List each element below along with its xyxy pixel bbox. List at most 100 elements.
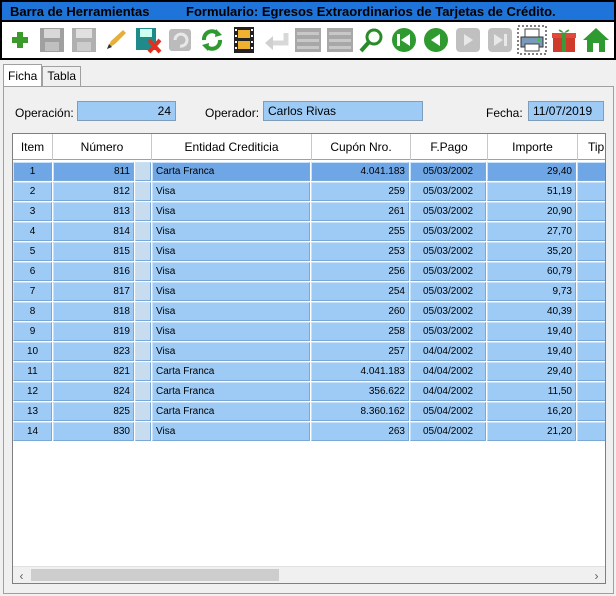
cell-entidad[interactable]: Visa <box>152 262 310 281</box>
cell-fpago[interactable]: 04/04/2002 <box>410 362 486 381</box>
table-row[interactable]: 7 817 Visa 254 05/03/2002 9,73 <box>13 281 605 301</box>
cell-numero[interactable]: 823 <box>53 342 134 361</box>
cell-entidad[interactable]: Visa <box>152 202 310 221</box>
cell-tipo[interactable] <box>577 362 605 381</box>
cell-fpago[interactable]: 04/04/2002 <box>410 382 486 401</box>
cell-cupon[interactable]: 254 <box>311 282 409 301</box>
cell-entidad[interactable]: Carta Franca <box>152 162 310 181</box>
cell-numero[interactable]: 816 <box>53 262 134 281</box>
cell-importe[interactable]: 20,90 <box>487 202 576 221</box>
fecha-field[interactable]: 11/07/2019 <box>528 101 604 121</box>
cell-entidad[interactable]: Carta Franca <box>152 382 310 401</box>
cell-lookup-button[interactable] <box>135 362 151 381</box>
cell-fpago[interactable]: 05/03/2002 <box>410 322 486 341</box>
scroll-left-icon[interactable]: ‹ <box>13 567 30 583</box>
add-icon[interactable] <box>4 24 36 56</box>
cell-entidad[interactable]: Visa <box>152 182 310 201</box>
cell-lookup-button[interactable] <box>135 402 151 421</box>
cell-item[interactable]: 10 <box>13 342 52 361</box>
cell-tipo[interactable] <box>577 202 605 221</box>
cell-lookup-button[interactable] <box>135 162 151 181</box>
cell-entidad[interactable]: Visa <box>152 282 310 301</box>
cell-importe[interactable]: 40,39 <box>487 302 576 321</box>
cell-tipo[interactable] <box>577 222 605 241</box>
cell-cupon[interactable]: 8.360.162 <box>311 402 409 421</box>
table-row[interactable]: 11 821 Carta Franca 4.041.183 04/04/2002 29,4… <box>13 361 605 381</box>
save-disabled-icon[interactable] <box>68 24 100 56</box>
cell-numero[interactable]: 815 <box>53 242 134 261</box>
cell-lookup-button[interactable] <box>135 182 151 201</box>
cell-item[interactable]: 7 <box>13 282 52 301</box>
table-row[interactable]: 5 815 Visa 253 05/03/2002 35,20 <box>13 241 605 261</box>
film-icon[interactable] <box>228 24 260 56</box>
cell-lookup-button[interactable] <box>135 302 151 321</box>
cell-importe[interactable]: 11,50 <box>487 382 576 401</box>
cell-fpago[interactable]: 05/03/2002 <box>410 182 486 201</box>
home-icon[interactable] <box>580 24 612 56</box>
cell-item[interactable]: 13 <box>13 402 52 421</box>
cell-lookup-button[interactable] <box>135 322 151 341</box>
cell-cupon[interactable]: 257 <box>311 342 409 361</box>
table-row[interactable]: 1 811 Carta Franca 4.041.183 05/03/2002 29,40 <box>13 161 605 181</box>
cell-fpago[interactable]: 05/03/2002 <box>410 282 486 301</box>
cell-tipo[interactable] <box>577 242 605 261</box>
cell-item[interactable]: 5 <box>13 242 52 261</box>
cell-item[interactable]: 6 <box>13 262 52 281</box>
print-icon[interactable] <box>516 24 548 56</box>
cell-entidad[interactable]: Carta Franca <box>152 362 310 381</box>
cell-tipo[interactable] <box>577 262 605 281</box>
refresh-icon[interactable] <box>196 24 228 56</box>
cell-fpago[interactable]: 05/03/2002 <box>410 222 486 241</box>
cell-tipo[interactable] <box>577 342 605 361</box>
cell-entidad[interactable]: Visa <box>152 302 310 321</box>
cell-entidad[interactable]: Visa <box>152 422 310 441</box>
disabled-icon[interactable] <box>324 24 356 56</box>
delete-save-icon[interactable] <box>132 24 164 56</box>
cell-cupon[interactable]: 255 <box>311 222 409 241</box>
cell-lookup-button[interactable] <box>135 262 151 281</box>
cell-lookup-button[interactable] <box>135 202 151 221</box>
cell-numero[interactable]: 819 <box>53 322 134 341</box>
next-record-icon[interactable] <box>452 24 484 56</box>
cell-numero[interactable]: 812 <box>53 182 134 201</box>
cell-fpago[interactable]: 05/04/2002 <box>410 402 486 421</box>
cell-numero[interactable]: 830 <box>53 422 134 441</box>
cell-importe[interactable]: 9,73 <box>487 282 576 301</box>
cell-importe[interactable]: 60,79 <box>487 262 576 281</box>
scroll-thumb[interactable] <box>31 569 279 581</box>
cell-fpago[interactable]: 05/03/2002 <box>410 302 486 321</box>
cell-item[interactable]: 8 <box>13 302 52 321</box>
cell-cupon[interactable]: 253 <box>311 242 409 261</box>
operador-field[interactable]: Carlos Rivas <box>263 101 423 121</box>
cell-numero[interactable]: 821 <box>53 362 134 381</box>
cell-importe[interactable]: 29,40 <box>487 162 576 181</box>
cell-numero[interactable]: 813 <box>53 202 134 221</box>
header-fpago[interactable]: F.Pago <box>411 134 488 160</box>
cell-tipo[interactable] <box>577 302 605 321</box>
cell-numero[interactable]: 824 <box>53 382 134 401</box>
cell-cupon[interactable]: 259 <box>311 182 409 201</box>
cell-numero[interactable]: 817 <box>53 282 134 301</box>
cell-numero[interactable]: 825 <box>53 402 134 421</box>
table-row[interactable]: 3 813 Visa 261 05/03/2002 20,90 <box>13 201 605 221</box>
cell-item[interactable]: 14 <box>13 422 52 441</box>
cell-tipo[interactable] <box>577 282 605 301</box>
cell-item[interactable]: 12 <box>13 382 52 401</box>
gift-icon[interactable] <box>548 24 580 56</box>
cell-importe[interactable]: 19,40 <box>487 342 576 361</box>
cell-cupon[interactable]: 4.041.183 <box>311 162 409 181</box>
cell-fpago[interactable]: 05/03/2002 <box>410 242 486 261</box>
tab-tabla[interactable]: Tabla <box>42 66 82 86</box>
first-record-icon[interactable] <box>388 24 420 56</box>
cell-lookup-button[interactable] <box>135 242 151 261</box>
table-row[interactable]: 8 818 Visa 260 05/03/2002 40,39 <box>13 301 605 321</box>
cell-cupon[interactable]: 256 <box>311 262 409 281</box>
cell-lookup-button[interactable] <box>135 422 151 441</box>
cell-fpago[interactable]: 04/04/2002 <box>410 342 486 361</box>
cell-numero[interactable]: 811 <box>53 162 134 181</box>
cell-fpago[interactable]: 05/04/2002 <box>410 422 486 441</box>
cell-tipo[interactable] <box>577 402 605 421</box>
cell-importe[interactable]: 16,20 <box>487 402 576 421</box>
cell-importe[interactable]: 51,19 <box>487 182 576 201</box>
cell-importe[interactable]: 19,40 <box>487 322 576 341</box>
